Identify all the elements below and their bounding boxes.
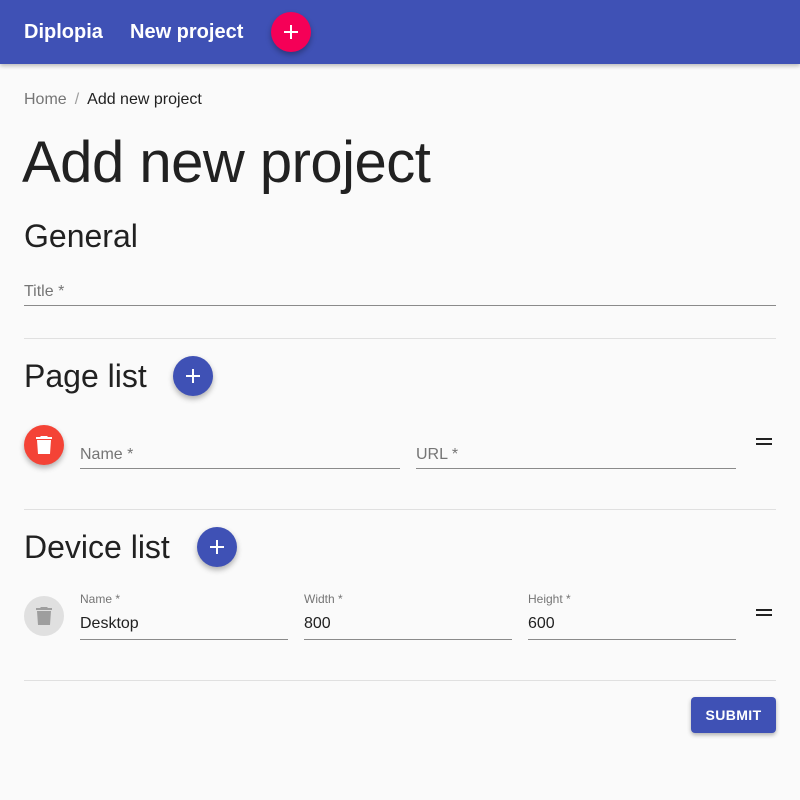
section-divider xyxy=(24,338,776,339)
device-height-value[interactable]: 600 xyxy=(528,614,555,634)
add-page-button[interactable] xyxy=(173,356,213,396)
device-height-label: Height * xyxy=(528,592,571,606)
page-url-underline xyxy=(416,468,736,469)
device-name-value[interactable]: Desktop xyxy=(80,614,139,634)
general-heading: General xyxy=(24,218,138,254)
device-height-underline xyxy=(528,639,736,640)
device-drag-handle-icon[interactable] xyxy=(756,609,772,616)
breadcrumb-home-link[interactable]: Home xyxy=(24,91,67,108)
plus-icon xyxy=(210,540,224,554)
plus-icon xyxy=(186,369,200,383)
device-name-underline xyxy=(80,639,288,640)
device-list-heading: Device list xyxy=(24,529,170,565)
device-width-field[interactable]: Width * 800 xyxy=(304,592,512,640)
page-list-heading: Page list xyxy=(24,358,147,394)
page-title: Add new project xyxy=(22,130,431,195)
device-width-value[interactable]: 800 xyxy=(304,614,331,634)
add-device-button[interactable] xyxy=(197,527,237,567)
title-field[interactable]: Title * xyxy=(24,270,776,306)
device-width-label: Width * xyxy=(304,592,343,606)
page-name-underline xyxy=(80,468,400,469)
device-name-label: Name * xyxy=(80,592,121,606)
title-field-underline xyxy=(24,305,776,306)
trash-icon xyxy=(36,607,52,625)
breadcrumb: Home / Add new project xyxy=(24,90,202,110)
page-name-label: Name * xyxy=(80,446,134,463)
breadcrumb-separator: / xyxy=(74,91,80,108)
app-brand[interactable]: Diplopia xyxy=(24,20,103,44)
breadcrumb-current: Add new project xyxy=(87,91,202,108)
delete-page-button[interactable] xyxy=(24,425,64,465)
nav-new-project-link[interactable]: New project xyxy=(130,20,243,44)
plus-icon xyxy=(284,25,298,39)
delete-device-button[interactable] xyxy=(24,596,64,636)
app-bar: Diplopia New project xyxy=(0,0,800,64)
trash-icon xyxy=(36,436,52,454)
page-url-field[interactable]: URL * xyxy=(416,433,736,469)
title-field-label: Title * xyxy=(24,283,65,300)
page-drag-handle-icon[interactable] xyxy=(756,438,772,445)
section-divider xyxy=(24,509,776,510)
page-url-label: URL * xyxy=(416,446,459,463)
page-name-field[interactable]: Name * xyxy=(80,433,400,469)
section-divider xyxy=(24,680,776,681)
device-height-field[interactable]: Height * 600 xyxy=(528,592,736,640)
device-width-underline xyxy=(304,639,512,640)
add-project-fab[interactable] xyxy=(271,12,311,52)
submit-button[interactable]: SUBMIT xyxy=(691,697,776,733)
device-name-field[interactable]: Name * Desktop xyxy=(80,592,288,640)
